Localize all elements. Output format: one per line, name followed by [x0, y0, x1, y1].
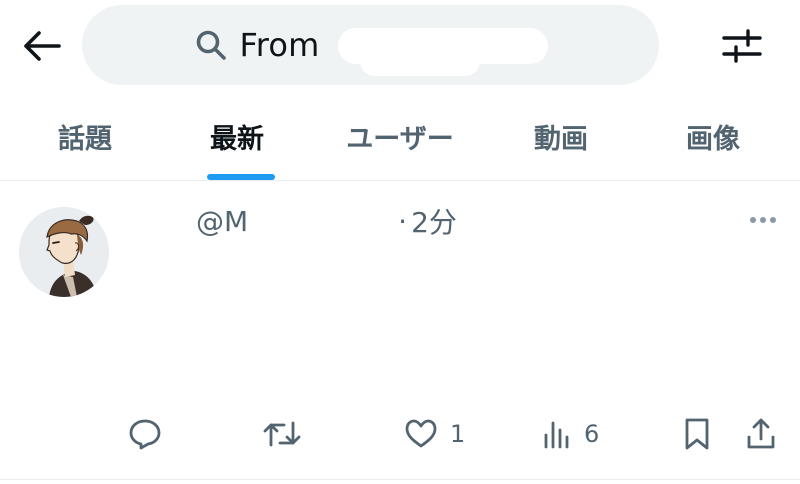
filter-sliders-icon [722, 29, 762, 63]
post-header: @M · 2分 [130, 201, 457, 241]
back-button[interactable] [18, 26, 64, 66]
avatar-illustration-icon [19, 207, 109, 297]
tab-videos[interactable]: 動画 [496, 92, 626, 180]
search-tabs: 話題 最新 ユーザー 動画 画像 [0, 92, 800, 180]
views-button[interactable]: 6 [542, 408, 599, 460]
repost-button[interactable] [262, 408, 302, 460]
reply-button[interactable] [128, 408, 174, 460]
bookmark-icon [685, 418, 709, 450]
tab-people[interactable]: ユーザー [320, 92, 480, 180]
top-bar: From [0, 0, 800, 92]
tab-label: 動画 [534, 123, 588, 155]
avatar[interactable] [19, 207, 109, 297]
post-actions: 1 6 [0, 408, 800, 460]
more-icon [750, 217, 776, 223]
post[interactable]: @M · 2分 1 6 [0, 181, 800, 479]
share-icon [747, 418, 775, 449]
search-icon [197, 30, 227, 60]
views-icon [544, 421, 569, 449]
reply-icon [129, 419, 161, 450]
tab-latest[interactable]: 最新 [172, 92, 302, 180]
search-query[interactable]: From [239, 26, 319, 64]
post-time[interactable]: 2分 [411, 201, 457, 241]
redacted-post-text [130, 265, 410, 269]
search-filter-button[interactable] [716, 24, 768, 68]
repost-icon [263, 421, 301, 447]
redacted-post-link[interactable] [130, 325, 330, 329]
back-arrow-icon [24, 31, 61, 61]
like-button[interactable]: 1 [404, 408, 465, 460]
time-separator: · [398, 204, 408, 238]
tab-top[interactable]: 話題 [20, 92, 150, 180]
author-handle[interactable]: @M [196, 205, 248, 238]
like-icon [405, 419, 437, 448]
like-count: 1 [450, 420, 466, 448]
redacted-handle [248, 207, 398, 235]
redaction-mask [360, 46, 480, 76]
views-count: 6 [584, 420, 600, 448]
tab-label: 画像 [686, 123, 740, 155]
tab-label: ユーザー [346, 123, 454, 155]
redacted-post-text [130, 371, 170, 375]
tab-label: 話題 [58, 123, 112, 155]
tab-images[interactable]: 画像 [648, 92, 778, 180]
divider [0, 479, 800, 480]
more-options-button[interactable] [742, 205, 784, 235]
share-button[interactable] [746, 408, 776, 460]
bookmark-button[interactable] [683, 408, 711, 460]
tab-label: 最新 [210, 123, 264, 155]
